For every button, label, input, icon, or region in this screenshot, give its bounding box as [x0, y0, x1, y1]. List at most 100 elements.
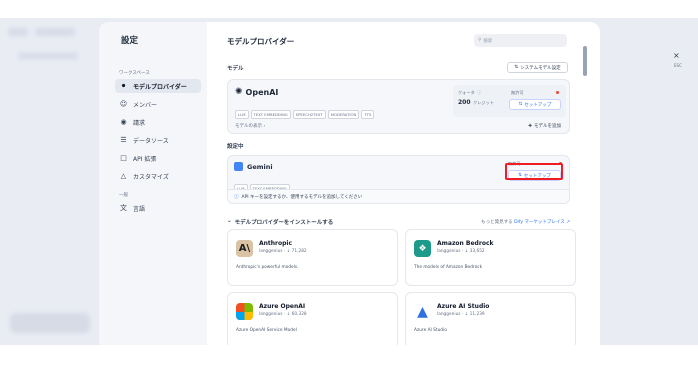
provider-downloads: 71,282	[291, 249, 307, 254]
model-type-tag: LLM	[235, 110, 249, 119]
close-icon[interactable]: ×	[673, 51, 680, 60]
search-input[interactable]: ⚲ 検索	[474, 34, 567, 47]
show-models-label: モデルの表示	[235, 124, 262, 129]
quota-value: 200	[458, 99, 471, 106]
quota-panel: クォータ ⓘ 200 クレジット 無許可 ⇅ セットアップ	[453, 85, 566, 117]
plus-circle-icon: ✚	[528, 123, 532, 129]
chevron-right-icon: ›	[263, 124, 266, 129]
provider-author: langgenius	[437, 312, 461, 317]
sidebar-item-label: 請求	[133, 119, 146, 127]
members-icon: ☺	[119, 100, 128, 108]
customize-icon: △	[120, 172, 127, 180]
marketplace-prefix: もっと発見する	[481, 220, 513, 225]
provider-card-anthropic[interactable]: A\ Anthropic langgenius · ↓ 71,282 Anthr…	[227, 229, 398, 286]
marketplace-link[interactable]: Dify マーケットプレイス	[514, 220, 565, 225]
provider-description: Azure OpenAI Service Model	[236, 328, 297, 333]
model-type-tag: TEXT EMBEDDING	[250, 110, 291, 119]
sidebar-item-language[interactable]: 文 言語	[115, 201, 201, 215]
page-title: モデルプロバイダー	[227, 37, 295, 46]
blurred-shape	[18, 53, 78, 59]
install-section-title: モデルプロバイダーをインストールする	[234, 220, 334, 226]
sidebar-item-api-extension[interactable]: □ API 拡張	[115, 151, 201, 165]
highlight-box	[505, 163, 563, 180]
provider-description: Anthropic's powerful models.	[236, 265, 299, 270]
model-type-tag: MODERATION	[327, 110, 360, 119]
openai-status: 無許可	[511, 90, 524, 95]
search-icon: ⚲	[478, 38, 482, 43]
chevron-down-icon: ⌄	[227, 218, 232, 224]
install-section-toggle[interactable]: ⌄ モデルプロバイダーをインストールする	[227, 218, 333, 226]
setup-label: セットアップ	[524, 102, 552, 108]
show-models-link[interactable]: モデルの表示 ›	[235, 123, 265, 129]
add-model-label: モデルを追加	[534, 124, 561, 129]
scrollbar-thumb[interactable]	[583, 46, 587, 76]
sidebar-item-label: 言語	[133, 205, 146, 213]
marketplace-link-row: もっと発見する Dify マーケットプレイス ↗	[481, 219, 570, 225]
gemini-header: Gemini	[234, 162, 273, 171]
sidebar-item-model-provider[interactable]: ⚫ モデルプロバイダー	[115, 79, 201, 93]
app-background: 設定 ワークスペース ⚫ モデルプロバイダー ☺ メンバー ◉ 請求 ☰ データ…	[0, 18, 698, 345]
provider-name: Anthropic	[259, 240, 293, 247]
provider-description: The models of Amazon Bedrock	[414, 265, 483, 270]
provider-name: Azure AI Studio	[437, 303, 490, 310]
system-model-settings-button[interactable]: ⇅ システムモデル設定	[507, 62, 568, 73]
openai-provider-card: ✺ OpenAI LLM TEXT EMBEDDING SPEECH2TEXT MOD…	[227, 79, 570, 134]
gemini-info-text: API キーを設定するか、使用するモデルを追加してください	[241, 194, 363, 200]
workspace-group-label: ワークスペース	[119, 71, 150, 76]
sidebar-item-label: メンバー	[133, 101, 158, 109]
sidebar-item-members[interactable]: ☺ メンバー	[115, 97, 201, 111]
download-icon: ↓	[286, 249, 291, 254]
info-icon: ⓘ	[477, 90, 482, 95]
provider-downloads: 33,652	[469, 249, 485, 254]
settings-sliders-icon: ⇅	[518, 102, 523, 107]
quota-label: クォータ	[458, 90, 475, 95]
anthropic-logo-icon: A\	[236, 240, 253, 257]
settings-modal: 設定 ワークスペース ⚫ モデルプロバイダー ☺ メンバー ◉ 請求 ☰ データ…	[99, 22, 600, 345]
gemini-info-bar: ⓘ API キーを設定するか、使用するモデルを追加してください	[228, 189, 569, 203]
info-icon: ⓘ	[234, 194, 239, 200]
system-model-settings-label: システムモデル設定	[520, 65, 561, 71]
status-dot	[556, 91, 559, 94]
database-icon: ☰	[120, 136, 127, 144]
download-icon: ↓	[286, 312, 291, 317]
billing-icon: ◉	[120, 118, 127, 126]
provider-meta: langgenius · ↓ 11,239	[437, 312, 485, 317]
openai-tags: LLM TEXT EMBEDDING SPEECH2TEXT MODERATION TT…	[235, 101, 376, 120]
microsoft-logo-icon	[236, 303, 253, 320]
language-icon: 文	[120, 204, 127, 212]
provider-card-amazon-bedrock[interactable]: ❖ Amazon Bedrock langgenius · ↓ 33,652 T…	[405, 229, 576, 286]
blurred-shape	[8, 28, 28, 36]
model-section-title: モデル	[227, 66, 244, 72]
provider-author: langgenius	[259, 312, 283, 317]
bedrock-logo-icon: ❖	[414, 240, 431, 257]
azure-logo-icon: ▲	[417, 303, 428, 320]
bottom-margin	[0, 345, 698, 365]
provider-downloads: 11,239	[469, 312, 485, 317]
settings-title: 設定	[121, 36, 139, 46]
settings-main: モデルプロバイダー ⚲ 検索 モデル ⇅ システムモデル設定 ✺ OpenAI …	[207, 22, 600, 345]
openai-setup-button[interactable]: ⇅ セットアップ	[509, 99, 561, 110]
sidebar-item-customize[interactable]: △ カスタマイズ	[115, 169, 201, 183]
sidebar-item-label: モデルプロバイダー	[133, 83, 187, 91]
blurred-shape	[35, 28, 75, 36]
provider-author: langgenius	[259, 249, 283, 254]
sidebar-item-data-source[interactable]: ☰ データソース	[115, 133, 201, 147]
provider-card-azure-openai[interactable]: Azure OpenAI langgenius · ↓ 60,328 Azure…	[227, 292, 398, 345]
quota-unit: クレジット	[473, 100, 494, 105]
add-model-button[interactable]: ✚ モデルを追加	[528, 123, 561, 130]
api-icon: □	[120, 154, 127, 162]
sidebar-item-label: カスタマイズ	[133, 173, 169, 181]
openai-logo-icon: ✺	[235, 87, 243, 97]
provider-name: Amazon Bedrock	[437, 240, 494, 247]
provider-card-azure-ai-studio[interactable]: ▲ Azure AI Studio langgenius · ↓ 11,239 …	[405, 292, 576, 345]
provider-name: Azure OpenAI	[259, 303, 306, 310]
model-type-tag: SPEECH2TEXT	[292, 110, 326, 119]
provider-meta: langgenius · ↓ 71,282	[259, 249, 307, 254]
sidebar-item-billing[interactable]: ◉ 請求	[115, 115, 201, 129]
download-icon: ↓	[464, 249, 469, 254]
settings-sliders-icon: ⇅	[514, 65, 519, 70]
configuring-section-title: 設定中	[227, 144, 244, 150]
top-margin	[0, 0, 698, 18]
provider-description: Azure AI Studio	[414, 328, 447, 333]
external-arrow-icon: ↗	[566, 220, 570, 225]
